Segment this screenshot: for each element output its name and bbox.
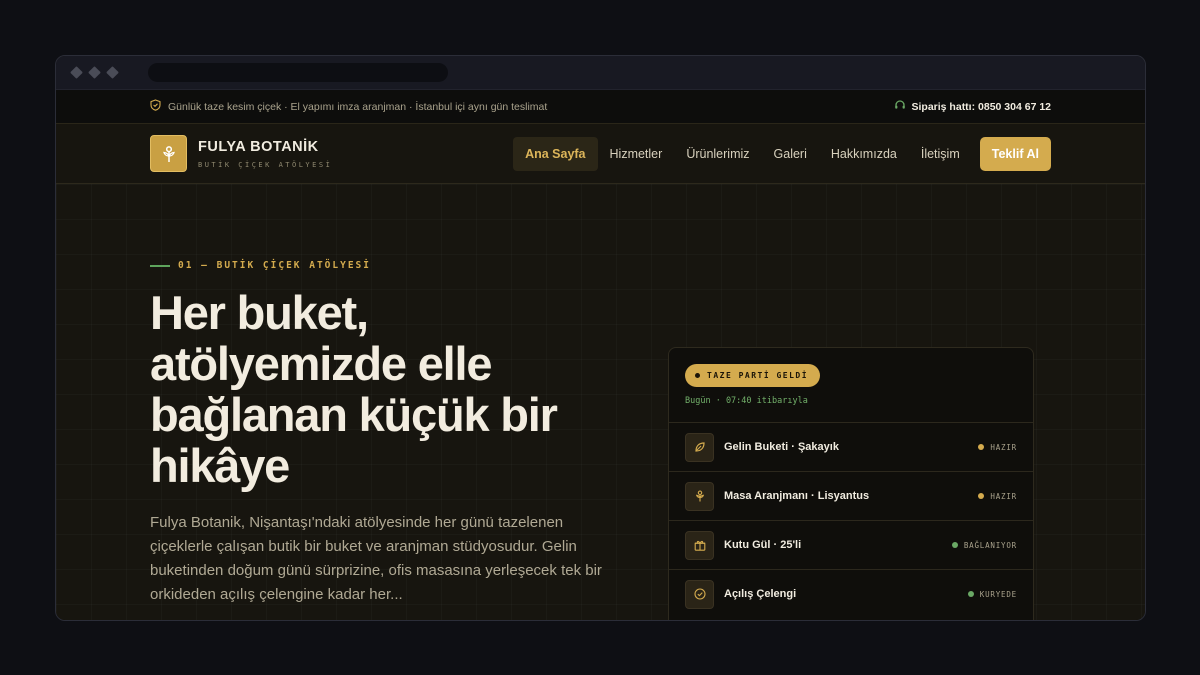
order-name: Kutu Gül · 25'li [724, 539, 802, 551]
fresh-batch-badge: TAZE PARTİ GELDİ [685, 364, 821, 387]
order-row[interactable]: Gelin Buketi · Şakayık HAZIR [669, 422, 1033, 471]
status-text: HAZIR [990, 491, 1017, 501]
brand-text: FULYA BOTANİK BUTİK ÇİÇEK ATÖLYESİ [198, 139, 332, 169]
hero-lead: Fulya Botanik, Nişantaşı'ndaki atölyesin… [150, 514, 602, 603]
nav-item-products[interactable]: Ürünlerimiz [674, 137, 761, 171]
order-row[interactable]: Kutu Gül · 25'li BAĞLANIYOR [669, 520, 1033, 569]
status-text: KURYEDE [979, 589, 1017, 599]
fresh-batch-card: TAZE PARTİ GELDİ Bugün · 07:40 itibarıyl… [668, 347, 1034, 620]
status-dot [978, 444, 985, 450]
eyebrow-line [150, 264, 170, 267]
nav-item-contact[interactable]: İletişim [909, 137, 972, 171]
shield-icon [150, 99, 161, 114]
badge-dot [695, 373, 700, 378]
order-list: Gelin Buketi · Şakayık HAZIR Masa Aranjm… [669, 422, 1033, 618]
card-subtitle: Bugün · 07:40 itibarıyla [685, 396, 808, 406]
browser-chrome [56, 56, 1145, 90]
order-status: HAZIR [978, 492, 1017, 501]
brand[interactable]: FULYA BOTANİK BUTİK ÇİÇEK ATÖLYESİ [150, 135, 332, 172]
check-circle-icon [685, 579, 714, 609]
order-row[interactable]: Masa Aranjmanı · Lisyantus HAZIR [669, 471, 1033, 520]
order-name: Açılış Çelengi [724, 588, 797, 600]
order-row[interactable]: Açılış Çelengi KURYEDE [669, 569, 1033, 618]
eyebrow-text: 01 — BUTİK ÇİÇEK ATÖLYESİ [178, 260, 371, 271]
address-bar[interactable] [148, 63, 448, 82]
nav-menu: Ana Sayfa Hizmetler Ürünlerimiz Galeri H… [513, 136, 1051, 171]
nav-item-about[interactable]: Hakkımızda [819, 137, 909, 171]
announcement-bar: Günlük taze kesim çiçek · El yapımı imza… [56, 90, 1145, 124]
status-text: HAZIR [990, 442, 1017, 452]
hero-headline: Her buket, atölyemizde elle bağlanan küç… [150, 286, 558, 492]
nav-item-services[interactable]: Hizmetler [598, 137, 675, 171]
headset-icon [894, 99, 906, 114]
hero-section: 01 — BUTİK ÇİÇEK ATÖLYESİ Her buket, atö… [56, 184, 1145, 620]
leaf-icon [685, 432, 714, 462]
status-dot [967, 591, 974, 597]
flower-icon [685, 481, 714, 511]
order-status: KURYEDE [967, 589, 1017, 599]
brand-tagline: BUTİK ÇİÇEK ATÖLYESİ [198, 160, 333, 169]
order-status: HAZIR [978, 443, 1017, 452]
order-name: Gelin Buketi · Şakayık [724, 441, 839, 453]
badge-text: TAZE PARTİ GELDİ [707, 371, 809, 380]
status-dot [978, 493, 985, 499]
announcement-text: Günlük taze kesim çiçek · El yapımı imza… [168, 100, 548, 113]
window-dot[interactable] [88, 66, 101, 79]
hotline-text: Sipariş hattı: 0850 304 67 12 [911, 100, 1052, 113]
nav-item-home[interactable]: Ana Sayfa [513, 136, 598, 171]
brand-name: FULYA BOTANİK [198, 138, 319, 155]
window-dot[interactable] [106, 66, 119, 79]
order-name: Masa Aranjmanı · Lisyantus [724, 490, 870, 502]
hero-eyebrow: 01 — BUTİK ÇİÇEK ATÖLYESİ [150, 260, 371, 271]
main-navigation: FULYA BOTANİK BUTİK ÇİÇEK ATÖLYESİ Ana S… [56, 124, 1145, 184]
order-status: BAĞLANIYOR [951, 540, 1017, 550]
browser-window: Günlük taze kesim çiçek · El yapımı imza… [55, 55, 1146, 621]
status-dot [951, 542, 958, 548]
flower-logo-icon [150, 135, 187, 172]
order-hotline[interactable]: Sipariş hattı: 0850 304 67 12 [894, 99, 1052, 114]
announcement: Günlük taze kesim çiçek · El yapımı imza… [150, 99, 547, 114]
nav-item-gallery[interactable]: Galeri [762, 137, 819, 171]
status-text: BAĞLANIYOR [963, 540, 1017, 550]
window-dot[interactable] [70, 66, 83, 79]
get-quote-button[interactable]: Teklif Al [979, 136, 1051, 171]
gift-icon [685, 530, 714, 560]
